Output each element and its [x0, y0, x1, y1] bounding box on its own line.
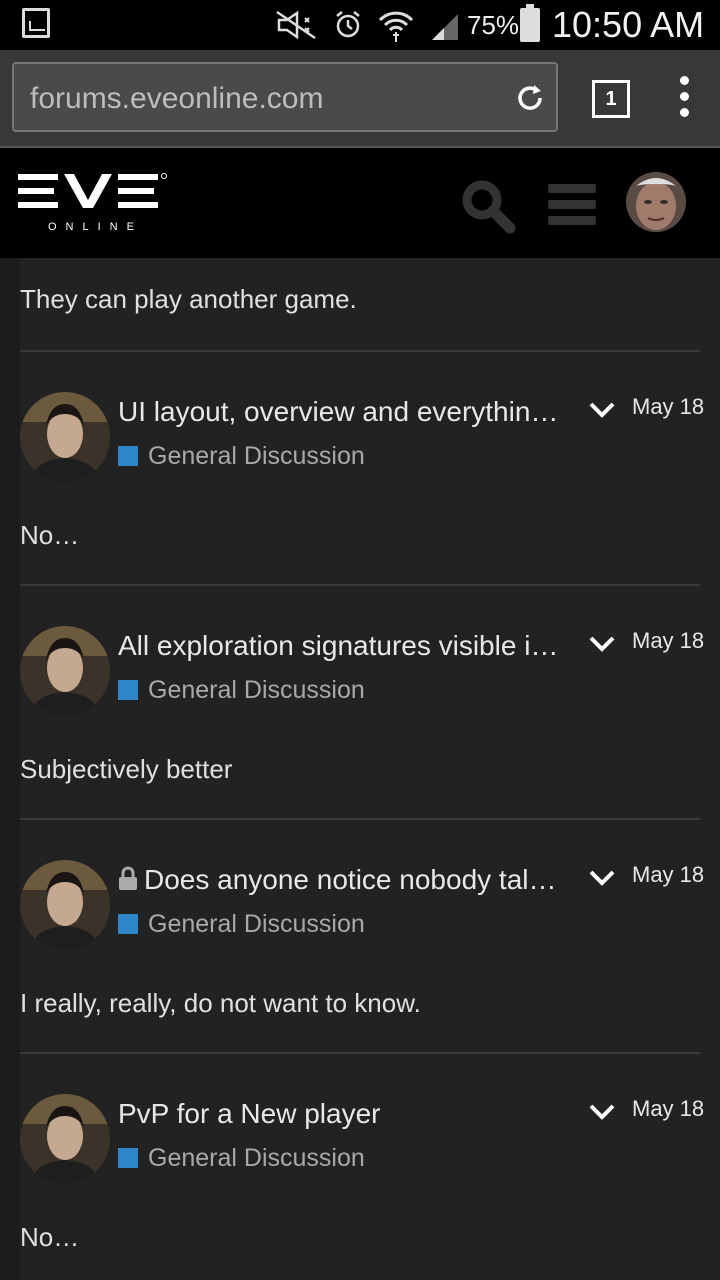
author-avatar[interactable]: [20, 860, 110, 950]
status-bar: 75% 10:50 AM: [0, 0, 720, 50]
logo-subtitle: ONLINE: [48, 221, 143, 233]
chevron-down-icon[interactable]: [588, 400, 616, 420]
topic-item[interactable]: Does anyone notice nobody tal… General D…: [0, 860, 720, 1040]
browser-toolbar: forums.eveonline.com 1: [0, 50, 720, 146]
category-label: General Discussion: [148, 676, 365, 704]
topic-item[interactable]: PvP for a New player General Discussion …: [0, 1094, 720, 1274]
battery-percent: 75%: [467, 10, 520, 40]
address-bar[interactable]: forums.eveonline.com: [12, 62, 558, 132]
category-label: General Discussion: [148, 442, 365, 470]
topic-title-text[interactable]: Does anyone notice nobody tal…: [144, 864, 557, 895]
topic-title[interactable]: UI layout, overview and everythin…: [118, 396, 578, 428]
topic-item[interactable]: All exploration signatures visible i… Ge…: [0, 626, 720, 806]
signal-icon: [432, 14, 458, 40]
lock-icon: [119, 866, 137, 890]
topic-item[interactable]: UI layout, overview and everythin… Gener…: [0, 392, 720, 572]
category-badge[interactable]: General Discussion: [118, 442, 365, 471]
topic-date: May 18: [632, 628, 705, 653]
topic-title[interactable]: Does anyone notice nobody tal…: [118, 864, 578, 896]
topic-title[interactable]: PvP for a New player: [118, 1098, 578, 1130]
author-avatar[interactable]: [20, 392, 110, 482]
overflow-menu-icon[interactable]: [674, 76, 694, 122]
topic-date: May 18: [632, 862, 705, 887]
eve-online-logo[interactable]: ONLINE: [18, 170, 170, 240]
reload-icon[interactable]: [514, 82, 546, 114]
alarm-icon: [336, 11, 360, 38]
chevron-down-icon[interactable]: [588, 868, 616, 888]
status-icons: [275, 6, 415, 44]
category-badge[interactable]: General Discussion: [118, 910, 365, 939]
post-excerpt[interactable]: They can play another game.: [20, 284, 357, 315]
topic-date: May 18: [632, 394, 705, 419]
chevron-down-icon[interactable]: [588, 634, 616, 654]
category-color-square: [118, 680, 138, 700]
category-label: General Discussion: [148, 1144, 365, 1172]
topic-date: May 18: [632, 1096, 705, 1121]
post-excerpt[interactable]: No…: [20, 1222, 79, 1253]
chevron-down-icon[interactable]: [588, 1102, 616, 1122]
category-color-square: [118, 914, 138, 934]
author-avatar[interactable]: [20, 626, 110, 716]
topic-feed: They can play another game. UI layout, o…: [0, 258, 720, 1280]
category-badge[interactable]: General Discussion: [118, 676, 365, 705]
author-avatar[interactable]: [20, 1094, 110, 1184]
hamburger-menu-icon[interactable]: [548, 184, 596, 225]
site-header: ONLINE: [0, 148, 720, 258]
separator: [20, 1052, 700, 1054]
post-excerpt[interactable]: I really, really, do not want to know.: [20, 988, 421, 1019]
gallery-icon: [22, 8, 50, 38]
clock: 10:50 AM: [552, 4, 705, 45]
separator: [20, 818, 700, 820]
wifi-icon: [378, 11, 414, 42]
tabs-button[interactable]: 1: [592, 80, 630, 118]
mute-icon: [276, 10, 316, 40]
post-excerpt[interactable]: No…: [20, 520, 79, 551]
category-badge[interactable]: General Discussion: [118, 1144, 365, 1173]
separator: [20, 584, 700, 586]
search-icon[interactable]: [460, 178, 516, 234]
url-text[interactable]: forums.eveonline.com: [30, 82, 323, 116]
category-color-square: [118, 1148, 138, 1168]
battery-icon: [520, 4, 540, 42]
category-label: General Discussion: [148, 910, 365, 938]
category-color-square: [118, 446, 138, 466]
topic-title[interactable]: All exploration signatures visible i…: [118, 630, 578, 662]
post-excerpt[interactable]: Subjectively better: [20, 754, 232, 785]
separator: [20, 350, 700, 352]
user-avatar[interactable]: [626, 172, 686, 232]
